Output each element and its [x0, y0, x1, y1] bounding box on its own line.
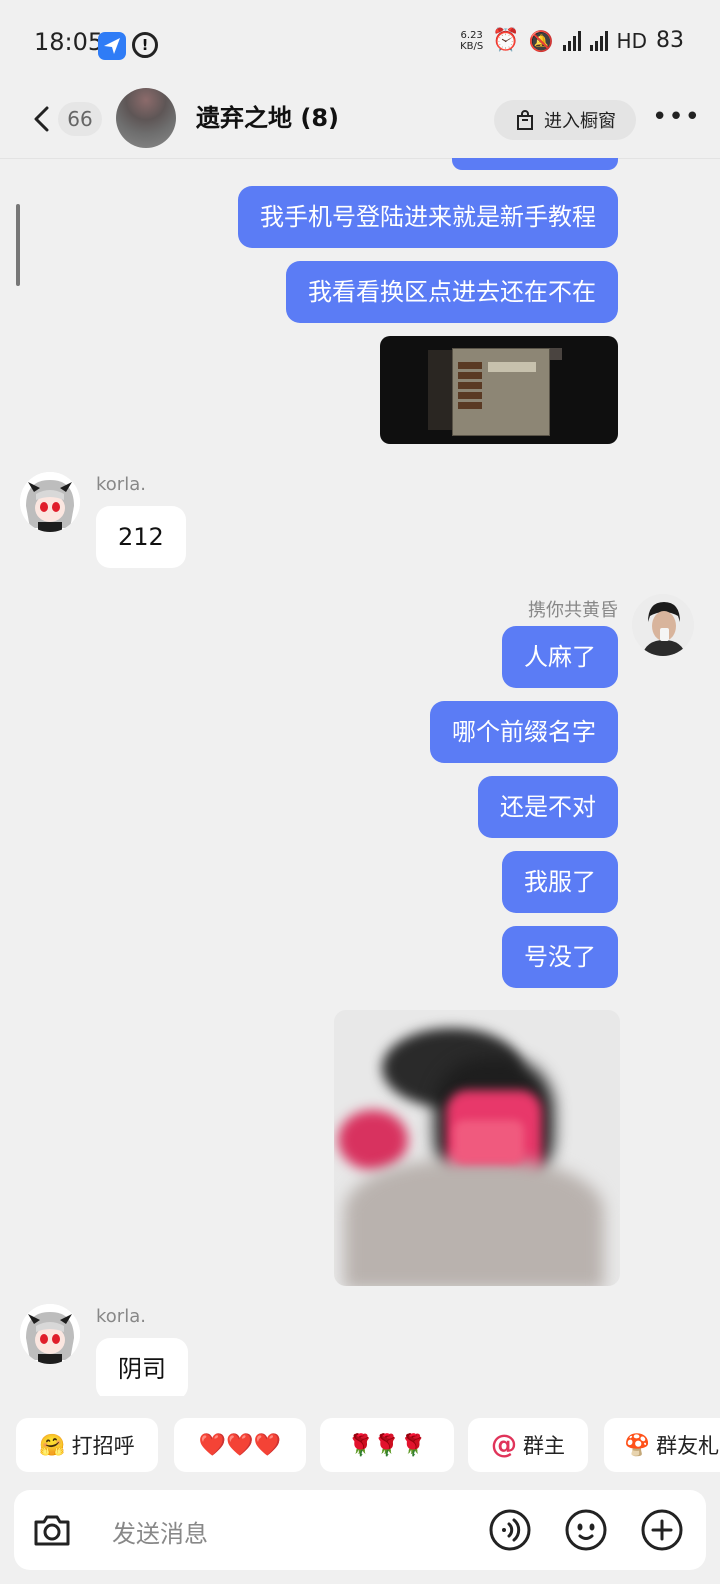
group-avatar[interactable] — [116, 88, 176, 148]
sticker-image-message[interactable] — [334, 1010, 620, 1286]
message-bubble[interactable]: 阴司 — [96, 1338, 188, 1396]
alert-icon: ! — [132, 32, 158, 58]
enter-showcase-button[interactable]: 进入橱窗 — [494, 100, 636, 140]
hd-indicator: HD — [616, 28, 647, 53]
message-bubble[interactable]: 号没了 — [502, 926, 618, 988]
unread-count-badge: 66 — [58, 102, 102, 136]
message-bubble[interactable]: 212 — [96, 506, 186, 568]
my-avatar[interactable] — [632, 594, 694, 656]
alarm-icon: ⏰ — [492, 28, 520, 53]
chevron-left-icon — [34, 106, 49, 132]
korla-avatar[interactable] — [20, 472, 80, 532]
message-bubble[interactable]: 我手机号登陆进来就是新手教程 — [238, 186, 618, 248]
network-speed: 6.23 KB/S — [460, 29, 484, 52]
mute-bell-icon: 🔕 — [528, 28, 554, 53]
scrollbar-thumb[interactable] — [16, 204, 20, 286]
message-bubble[interactable]: 还是不对 — [478, 776, 618, 838]
chat-header: 66 遗弃之地 (8) 进入橱窗 ••• — [0, 76, 720, 159]
quick-reply-friends[interactable]: 🍄 群友札 — [604, 1418, 720, 1472]
korla-avatar[interactable] — [20, 1304, 80, 1364]
message-bubble[interactable]: 哪个前缀名字 — [430, 701, 618, 763]
battery-level: 83 — [656, 28, 684, 53]
camera-icon[interactable] — [30, 1508, 74, 1552]
signal-4g-icon — [562, 30, 581, 51]
signal-5g-icon — [589, 30, 608, 51]
sender-name: korla. — [96, 1306, 146, 1327]
group-title[interactable]: 遗弃之地 (8) — [196, 98, 339, 133]
quick-reply-hearts[interactable]: ❤️❤️❤️ — [174, 1418, 306, 1472]
message-bubble-clip: 阴司 — [96, 1338, 188, 1396]
message-input-bar: 发送消息 — [14, 1490, 706, 1570]
location-arrow-icon — [98, 32, 126, 60]
status-time: 18:05 — [34, 28, 104, 56]
back-button[interactable] — [28, 104, 58, 134]
emoji-icon[interactable] — [564, 1508, 608, 1552]
sender-name: korla. — [96, 474, 146, 495]
quick-reply-owner[interactable]: @ 群主 — [468, 1418, 588, 1472]
more-icon[interactable]: ••• — [652, 104, 700, 134]
cloud-emoji-icon: 🍄 — [624, 1432, 651, 1457]
message-bubble-partial[interactable] — [452, 158, 618, 170]
at-icon: @ — [491, 1430, 517, 1460]
message-input[interactable]: 发送消息 — [112, 1514, 208, 1549]
shop-label: 进入橱窗 — [544, 111, 616, 132]
image-message[interactable] — [380, 336, 618, 444]
voice-icon[interactable] — [488, 1508, 532, 1552]
message-bubble[interactable]: 人麻了 — [502, 626, 618, 688]
message-bubble[interactable]: 我服了 — [502, 851, 618, 913]
sender-name: 携你共黄昏 — [528, 600, 618, 621]
shopping-bag-icon — [517, 110, 533, 130]
plus-icon[interactable] — [640, 1508, 684, 1552]
message-bubble[interactable]: 我看看换区点进去还在不在 — [286, 261, 618, 323]
quick-reply-roses[interactable]: 🌹🌹🌹 — [320, 1418, 454, 1472]
quick-reply-greet[interactable]: 🤗 打招呼 — [16, 1418, 158, 1472]
status-indicators: 6.23 KB/S ⏰ 🔕 HD 83 — [460, 28, 684, 53]
wave-emoji-icon: 🤗 — [39, 1432, 66, 1457]
